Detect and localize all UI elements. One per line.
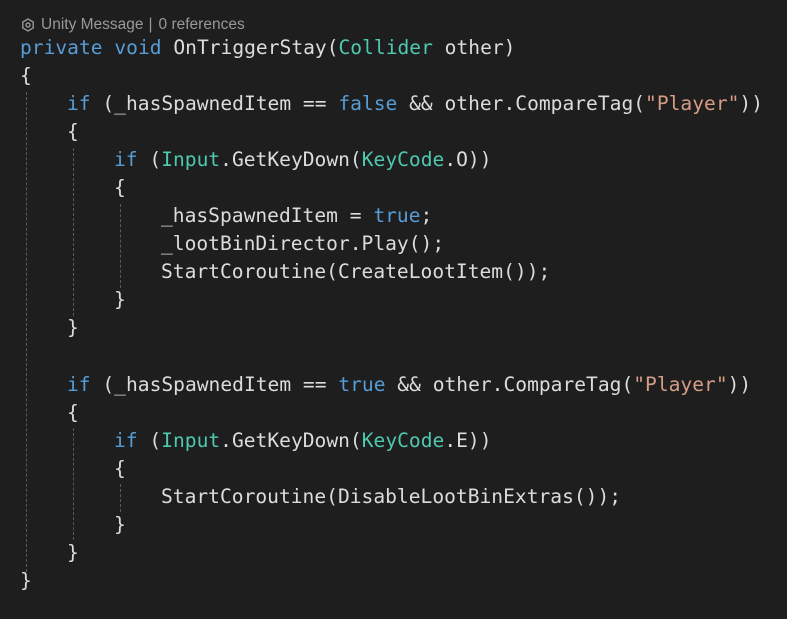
code-line[interactable]: if (Input.GetKeyDown(KeyCode.O)) [20, 146, 492, 174]
code-token: ; [420, 204, 433, 227]
code-line[interactable]: StartCoroutine(CreateLootItem()); [20, 258, 550, 286]
keyword-token: true [338, 373, 386, 396]
type-token: KeyCode [361, 148, 445, 171]
keyword-token: void [114, 36, 162, 59]
code-line[interactable]: private void OnTriggerStay(Collider othe… [20, 34, 515, 62]
code-line[interactable]: { [20, 455, 126, 483]
code-token: )) [727, 373, 752, 396]
code-token: ( [137, 148, 162, 171]
codelens: Unity Message | 0 references [20, 14, 245, 36]
code-line[interactable]: { [20, 399, 79, 427]
code-token: ( [137, 429, 162, 452]
keyword-token: true [373, 204, 421, 227]
code-token: StartCoroutine(DisableLootBinExtras()); [161, 485, 622, 508]
code-line[interactable]: if (_hasSpawnedItem == true && other.Com… [20, 371, 751, 399]
code-line[interactable]: { [20, 174, 126, 202]
brace-token: { [67, 401, 79, 424]
keyword-token: false [338, 92, 398, 115]
brace-token: { [114, 176, 126, 199]
gear-icon [20, 17, 36, 33]
code-token: && other.CompareTag( [385, 373, 634, 396]
method-name-token: OnTriggerStay( [161, 36, 339, 59]
brace-token: { [67, 120, 79, 143]
type-token: Collider [338, 36, 433, 59]
code-token: _lootBinDirector.Play(); [161, 232, 445, 255]
code-line[interactable]: { [20, 118, 79, 146]
brace-token: } [20, 569, 32, 592]
code-editor[interactable]: Unity Message | 0 references private voi… [0, 0, 787, 619]
code-line[interactable]: } [20, 539, 79, 567]
brace-token: } [114, 513, 126, 536]
code-token: )) [739, 92, 764, 115]
brace-token: } [67, 316, 79, 339]
code-token: && other.CompareTag( [397, 92, 646, 115]
code-line[interactable]: } [20, 567, 32, 595]
code-token: other) [432, 36, 516, 59]
brace-token: { [114, 457, 126, 480]
code-token: .O)) [444, 148, 492, 171]
codelens-unity-message[interactable]: Unity Message [41, 16, 144, 34]
type-token: Input [161, 148, 221, 171]
code-line[interactable]: } [20, 314, 79, 342]
brace-token: { [20, 64, 32, 87]
keyword-token: private [20, 36, 103, 59]
code-token: .E)) [444, 429, 492, 452]
code-line[interactable]: _hasSpawnedItem = true; [20, 202, 432, 230]
code-line[interactable]: } [20, 511, 126, 539]
code-token: .GetKeyDown( [220, 148, 362, 171]
code-line[interactable]: if (Input.GetKeyDown(KeyCode.E)) [20, 427, 492, 455]
code-token: (_hasSpawnedItem == [90, 92, 339, 115]
code-line[interactable]: { [20, 62, 32, 90]
string-token: "Player" [633, 373, 728, 396]
brace-token: } [67, 541, 79, 564]
string-token: "Player" [645, 92, 740, 115]
keyword-token: if [114, 148, 138, 171]
keyword-token: if [114, 429, 138, 452]
code-line[interactable]: if (_hasSpawnedItem == false && other.Co… [20, 90, 763, 118]
code-token: (_hasSpawnedItem == [90, 373, 339, 396]
code-token: StartCoroutine(CreateLootItem()); [161, 260, 551, 283]
code-line[interactable]: StartCoroutine(DisableLootBinExtras()); [20, 483, 621, 511]
keyword-token: if [67, 373, 91, 396]
type-token: KeyCode [361, 429, 445, 452]
codelens-references[interactable]: 0 references [159, 16, 245, 34]
code-token: _hasSpawnedItem = [161, 204, 374, 227]
code-line[interactable]: } [20, 286, 126, 314]
brace-token: } [114, 288, 126, 311]
keyword-token: if [67, 92, 91, 115]
code-token: .GetKeyDown( [220, 429, 362, 452]
type-token: Input [161, 429, 221, 452]
code-line[interactable]: _lootBinDirector.Play(); [20, 230, 444, 258]
codelens-separator: | [148, 16, 153, 33]
